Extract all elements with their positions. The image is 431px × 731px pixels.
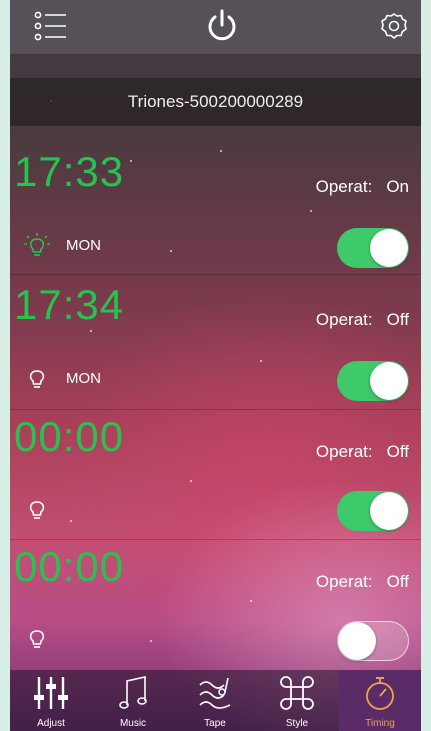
sliders-icon xyxy=(34,675,68,716)
bulb-icon xyxy=(24,627,50,658)
bulb-icon xyxy=(24,367,50,398)
bottom-nav: Adjust Music Tape Style Timing xyxy=(10,670,421,731)
tab-label: Adjust xyxy=(37,718,65,729)
command-icon xyxy=(280,676,314,715)
top-bar xyxy=(10,0,421,54)
operat-value: Off xyxy=(386,572,409,591)
toggle-knob xyxy=(338,622,376,660)
operat-label: Operat: xyxy=(315,442,373,461)
timer-row[interactable]: 00:00 Operat: Off xyxy=(10,537,421,671)
device-name-bar: Triones-500200000289 xyxy=(10,78,421,126)
tab-tape[interactable]: Tape xyxy=(174,670,256,731)
power-icon[interactable] xyxy=(204,8,240,49)
timer-day: MON xyxy=(66,237,101,254)
tab-music[interactable]: Music xyxy=(92,670,174,731)
timer-row[interactable]: 00:00 Operat: Off xyxy=(10,405,421,540)
operat-value: On xyxy=(386,177,409,196)
timer-time[interactable]: 00:00 xyxy=(14,543,124,591)
gear-icon[interactable] xyxy=(380,12,408,45)
bulb-icon xyxy=(24,498,50,529)
operat-value: Off xyxy=(386,442,409,461)
toggle-knob xyxy=(370,229,408,267)
music-note-icon xyxy=(119,675,149,716)
timer-toggle[interactable] xyxy=(337,228,409,268)
tab-adjust[interactable]: Adjust xyxy=(10,670,92,731)
tab-label: Music xyxy=(119,718,147,729)
toggle-knob xyxy=(370,362,408,400)
timer-day: MON xyxy=(66,370,101,387)
timer-time[interactable]: 17:34 xyxy=(14,281,124,329)
tab-label: Tape xyxy=(204,718,226,729)
tab-label: Style xyxy=(285,718,309,729)
timer-operat: Operat: Off xyxy=(316,310,409,330)
timer-row[interactable]: 17:33 Operat: On MON xyxy=(10,140,421,275)
operat-label: Operat: xyxy=(315,310,373,329)
device-name: Triones-500200000289 xyxy=(127,92,304,111)
toggle-knob xyxy=(370,492,408,530)
tab-label: Timing xyxy=(365,718,395,729)
timer-time[interactable]: 17:33 xyxy=(14,148,124,196)
timer-toggle[interactable] xyxy=(337,621,409,661)
app-screen: Triones-500200000289 17:33 Operat: On MON… xyxy=(10,0,421,731)
microphone-waves-icon xyxy=(198,675,232,716)
timer-row[interactable]: 17:34 Operat: Off MON xyxy=(10,275,421,410)
list-menu-icon[interactable] xyxy=(34,10,68,47)
tab-timing[interactable]: Timing xyxy=(339,670,421,731)
timer-operat: Operat: On xyxy=(316,177,409,197)
bulb-on-icon xyxy=(24,233,50,264)
timer-operat: Operat: Off xyxy=(316,442,409,462)
operat-value: Off xyxy=(386,310,409,329)
timer-toggle[interactable] xyxy=(337,361,409,401)
timer-operat: Operat: Off xyxy=(316,572,409,592)
stopwatch-icon xyxy=(364,674,396,717)
timer-toggle[interactable] xyxy=(337,491,409,531)
operat-label: Operat: xyxy=(315,177,373,196)
tab-style[interactable]: Style xyxy=(256,670,338,731)
operat-label: Operat: xyxy=(315,572,373,591)
timer-time[interactable]: 00:00 xyxy=(14,413,124,461)
